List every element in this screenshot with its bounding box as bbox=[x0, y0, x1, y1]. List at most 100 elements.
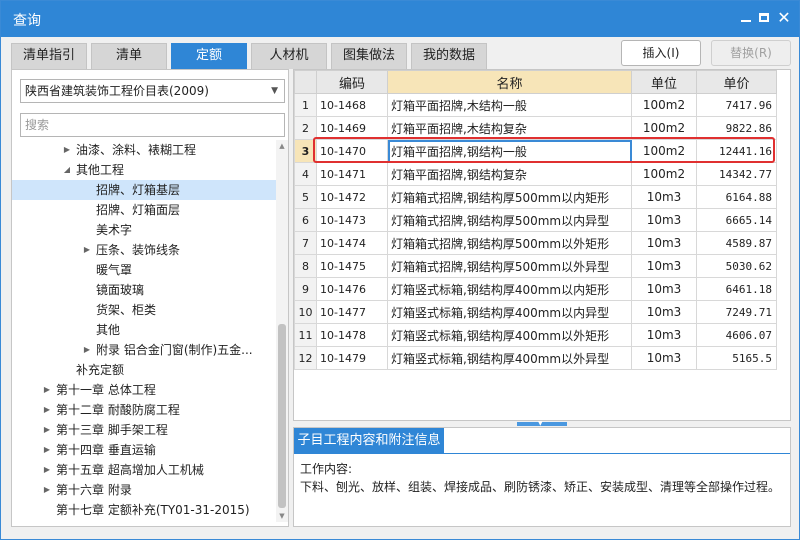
table-row[interactable]: 8 10-1475 灯箱箱式招牌,钢结构厚500mm以外异型 10m3 5030.62 bbox=[294, 254, 777, 278]
quota-grid: 编码 名称 单位 单价 1 10-1468 灯箱平面招牌,木结构一般 100m2 741… bbox=[293, 69, 791, 421]
tree-item-label: 招牌、灯箱面层 bbox=[96, 203, 181, 217]
tree-item[interactable]: 补充定额 bbox=[12, 360, 277, 380]
table-row[interactable]: 6 10-1473 灯箱箱式招牌,钢结构厚500mm以内异型 10m3 6665.14 bbox=[294, 208, 777, 232]
search-input[interactable] bbox=[20, 113, 285, 137]
tree-scrollbar[interactable]: ▲ ▼ bbox=[276, 140, 288, 522]
cell-price: 4606.07 bbox=[696, 323, 777, 347]
tree-item[interactable]: 第十七章 定额补充(TY01-31-2015) bbox=[12, 500, 277, 520]
work-content: 工作内容: 下料、刨光、放样、组装、焊接成品、刷防锈漆、矫正、安装成型、清理等全… bbox=[300, 460, 786, 496]
tab-atlas-method[interactable]: 图集做法 bbox=[331, 43, 407, 69]
tree-item[interactable]: ▶ 第十六章 附录 bbox=[12, 480, 277, 500]
table-row[interactable]: 11 10-1478 灯箱竖式标箱,钢结构厚400mm以外矩形 10m3 4606.07 bbox=[294, 323, 777, 347]
tree-item-label: 第十四章 垂直运输 bbox=[56, 443, 156, 457]
expand-icon[interactable]: ▶ bbox=[42, 440, 52, 460]
cell-name: 灯箱竖式标箱,钢结构厚400mm以内异型 bbox=[387, 300, 632, 324]
tree-item[interactable]: ▶ 附录 铝合金门窗(制作)五金... bbox=[12, 340, 277, 360]
cell-name: 灯箱平面招牌,钢结构复杂 bbox=[387, 162, 632, 186]
tree-item-label: 第十七章 定额补充(TY01-31-2015) bbox=[56, 503, 250, 517]
left-panel: 陕西省建筑装饰工程价目表(2009) ▼ ▶ 油漆、涂料、裱糊工程 ◢ 其他工程 招… bbox=[11, 69, 289, 527]
header-unit[interactable]: 单位 bbox=[631, 70, 697, 94]
tree-item[interactable]: 镜面玻璃 bbox=[12, 280, 277, 300]
expand-icon[interactable]: ▶ bbox=[42, 380, 52, 400]
row-number: 1 bbox=[294, 93, 317, 117]
tree-item-label: 第十五章 超高增加人工机械 bbox=[56, 463, 204, 477]
expand-icon[interactable]: ▶ bbox=[42, 460, 52, 480]
header-price[interactable]: 单价 bbox=[696, 70, 777, 94]
table-row[interactable]: 7 10-1474 灯箱箱式招牌,钢结构厚500mm以外矩形 10m3 4589.87 bbox=[294, 231, 777, 255]
table-row-selected[interactable]: 3 10-1470 灯箱平面招牌,钢结构一般 100m2 12441.16 bbox=[294, 139, 777, 163]
table-row[interactable]: 4 10-1471 灯箱平面招牌,钢结构复杂 100m2 14342.77 bbox=[294, 162, 777, 186]
expand-icon[interactable]: ▶ bbox=[42, 400, 52, 420]
cell-code: 10-1473 bbox=[316, 208, 388, 232]
minimize-icon[interactable] bbox=[737, 9, 755, 27]
table-row[interactable]: 5 10-1472 灯箱箱式招牌,钢结构厚500mm以内矩形 10m3 6164.88 bbox=[294, 185, 777, 209]
tree-item[interactable]: 货架、柜类 bbox=[12, 300, 277, 320]
expand-icon[interactable]: ▶ bbox=[42, 420, 52, 440]
tree-item-selected[interactable]: 招牌、灯箱基层 bbox=[12, 180, 277, 200]
header-code[interactable]: 编码 bbox=[316, 70, 388, 94]
tree-item[interactable]: 其他 bbox=[12, 320, 277, 340]
chevron-down-icon[interactable]: ▼ bbox=[538, 420, 543, 427]
cell-name[interactable]: 灯箱平面招牌,钢结构一般 bbox=[387, 139, 632, 163]
expand-icon[interactable]: ▶ bbox=[82, 340, 92, 360]
table-row[interactable]: 1 10-1468 灯箱平面招牌,木结构一般 100m2 7417.96 bbox=[294, 93, 777, 117]
tree-item[interactable]: 招牌、灯箱面层 bbox=[12, 200, 277, 220]
cell-price: 5030.62 bbox=[696, 254, 777, 278]
tree-item[interactable]: ▶ 油漆、涂料、裱糊工程 bbox=[12, 140, 277, 160]
tree-item[interactable]: ▶ 第十一章 总体工程 bbox=[12, 380, 277, 400]
tree-item[interactable]: ▶ 第十二章 耐酸防腐工程 bbox=[12, 400, 277, 420]
cell-unit: 10m3 bbox=[631, 254, 697, 278]
tree-item-label: 补充定额 bbox=[76, 363, 125, 377]
window-title: 查询 bbox=[13, 13, 41, 29]
scroll-down-icon[interactable]: ▼ bbox=[276, 510, 288, 522]
tree-item[interactable]: 暖气罩 bbox=[12, 260, 277, 280]
replace-button[interactable]: 替换(R) bbox=[711, 40, 791, 66]
tree-item[interactable]: ▶ 压条、装饰线条 bbox=[12, 240, 277, 260]
table-row[interactable]: 12 10-1479 灯箱竖式标箱,钢结构厚400mm以外异型 10m3 5165.5 bbox=[294, 346, 777, 370]
tab-labor-material-machine[interactable]: 人材机 bbox=[251, 43, 327, 69]
table-row[interactable]: 2 10-1469 灯箱平面招牌,木结构复杂 100m2 9822.86 bbox=[294, 116, 777, 140]
maximize-icon[interactable] bbox=[755, 9, 773, 27]
expand-icon[interactable]: ▶ bbox=[62, 140, 72, 160]
cell-name: 灯箱竖式标箱,钢结构厚400mm以内矩形 bbox=[387, 277, 632, 301]
work-content-heading: 工作内容: bbox=[300, 462, 353, 476]
expand-icon[interactable]: ▶ bbox=[82, 240, 92, 260]
tree-item[interactable]: ▶ 第十三章 脚手架工程 bbox=[12, 420, 277, 440]
tree-item-label: 美术字 bbox=[96, 223, 133, 237]
tree-item[interactable]: ▶ 第十四章 垂直运输 bbox=[12, 440, 277, 460]
chevron-down-icon[interactable]: ▼ bbox=[271, 80, 278, 102]
header-name[interactable]: 名称 bbox=[387, 70, 632, 94]
library-select-value: 陕西省建筑装饰工程价目表(2009) bbox=[25, 84, 209, 98]
header-row-number bbox=[294, 70, 317, 94]
scrollbar-thumb[interactable] bbox=[278, 324, 286, 508]
tree-item[interactable]: 美术字 bbox=[12, 220, 277, 240]
table-row[interactable]: 10 10-1477 灯箱竖式标箱,钢结构厚400mm以内异型 10m3 7249.71 bbox=[294, 300, 777, 324]
scroll-up-icon[interactable]: ▲ bbox=[276, 140, 288, 152]
tab-list[interactable]: 清单 bbox=[91, 43, 167, 69]
expand-icon[interactable]: ▶ bbox=[42, 480, 52, 500]
info-panel: 子目工程内容和附注信息 工作内容: 下料、刨光、放样、组装、焊接成品、刷防锈漆、… bbox=[293, 427, 791, 527]
cell-price: 6164.88 bbox=[696, 185, 777, 209]
library-select[interactable]: 陕西省建筑装饰工程价目表(2009) ▼ bbox=[20, 79, 285, 103]
tab-work-content-notes[interactable]: 子目工程内容和附注信息 bbox=[294, 428, 444, 454]
splitter-grip[interactable]: ▼ bbox=[517, 420, 567, 427]
tree-item[interactable]: ▶ 第十五章 超高增加人工机械 bbox=[12, 460, 277, 480]
tree-item-label: 货架、柜类 bbox=[96, 303, 157, 317]
cell-code: 10-1472 bbox=[316, 185, 388, 209]
cell-unit: 100m2 bbox=[631, 116, 697, 140]
tree-item[interactable]: ◢ 其他工程 bbox=[12, 160, 277, 180]
row-number: 7 bbox=[294, 231, 317, 255]
tree-item-label: 暖气罩 bbox=[96, 263, 133, 277]
tab-list-guide[interactable]: 清单指引 bbox=[11, 43, 87, 69]
tree-item-label: 压条、装饰线条 bbox=[96, 243, 181, 257]
tab-my-data[interactable]: 我的数据 bbox=[411, 43, 487, 69]
cell-code: 10-1468 bbox=[316, 93, 388, 117]
collapse-icon[interactable]: ◢ bbox=[62, 160, 72, 180]
insert-button[interactable]: 插入(I) bbox=[621, 40, 701, 66]
tree-item-label: 第十三章 脚手架工程 bbox=[56, 423, 168, 437]
cell-name: 灯箱平面招牌,木结构复杂 bbox=[387, 116, 632, 140]
cell-unit: 10m3 bbox=[631, 300, 697, 324]
table-row[interactable]: 9 10-1476 灯箱竖式标箱,钢结构厚400mm以内矩形 10m3 6461.18 bbox=[294, 277, 777, 301]
tab-quota[interactable]: 定额 bbox=[171, 43, 247, 69]
close-icon[interactable]: ✕ bbox=[775, 9, 793, 27]
